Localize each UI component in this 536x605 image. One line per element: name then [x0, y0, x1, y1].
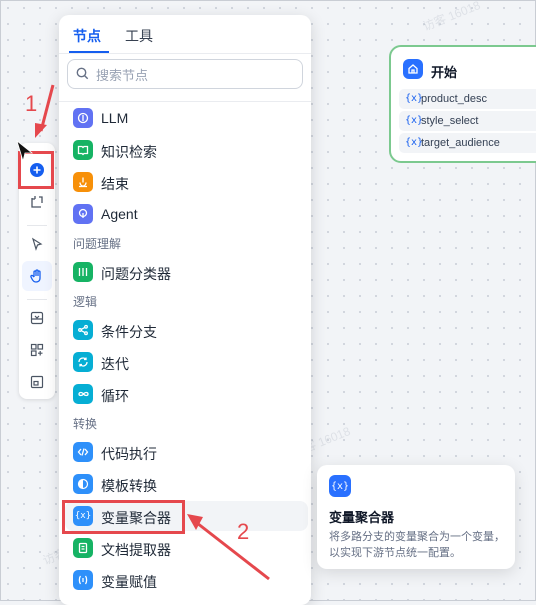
annotation-number-2: 2 — [237, 519, 250, 544]
panel-tabs: 节点 工具 — [59, 15, 311, 53]
search-input[interactable] — [94, 64, 298, 86]
end-icon — [73, 172, 93, 192]
node-item-if-else[interactable]: 条件分支 — [65, 315, 308, 345]
hand-mode-button[interactable] — [22, 261, 52, 291]
highlight-box-add-node — [18, 151, 54, 189]
node-item-template-transform[interactable]: 模板转换 — [65, 469, 308, 499]
node-item-end[interactable]: 结束 — [65, 167, 308, 197]
fullscreen-icon — [30, 375, 44, 389]
variable-name: product_desc — [421, 93, 488, 105]
node-item-label: 知识检索 — [101, 144, 157, 160]
start-variable: {x} style_select — [399, 111, 536, 131]
start-variable: {x} product_desc — [399, 89, 536, 109]
node-item-knowledge-retrieval[interactable]: 知识检索 — [65, 135, 308, 165]
variable-aggregator-icon: {x} — [329, 475, 351, 497]
node-item-agent[interactable]: Agent — [65, 199, 308, 229]
node-item-code[interactable]: 代码执行 — [65, 437, 308, 467]
tooltip-title: 变量聚合器 — [329, 510, 395, 525]
category-logic: 逻辑 — [73, 295, 98, 309]
node-item-llm[interactable]: LLM — [65, 103, 308, 133]
search-box[interactable] — [67, 59, 303, 89]
node-item-label: 问题分类器 — [101, 266, 171, 282]
node-item-label: 代码执行 — [101, 446, 157, 462]
iteration-icon — [73, 352, 93, 372]
search-divider — [59, 101, 311, 102]
node-description-tooltip: {x} 变量聚合器 将多路分支的变量聚合为一个变量，以实现下游节点统一配置。 — [317, 465, 515, 569]
node-item-label: 文档提取器 — [101, 542, 171, 558]
organize-blocks-button[interactable] — [22, 335, 52, 365]
home-icon — [403, 59, 423, 79]
highlight-box-variable-aggregator — [62, 500, 185, 534]
layout-icon — [30, 343, 44, 357]
tab-tools[interactable]: 工具 — [125, 26, 153, 46]
template-icon — [73, 474, 93, 494]
node-item-loop[interactable]: 循环 — [65, 379, 308, 409]
note-icon — [31, 196, 43, 208]
minimap-button[interactable] — [22, 367, 52, 397]
node-item-doc-extractor[interactable]: 文档提取器 — [65, 533, 308, 563]
classifier-icon — [73, 262, 93, 282]
node-item-iteration[interactable]: 迭代 — [65, 347, 308, 377]
variable-name: style_select — [421, 115, 479, 127]
node-item-label: LLM — [101, 110, 129, 126]
tab-nodes[interactable]: 节点 — [73, 26, 101, 46]
llm-icon — [73, 108, 93, 128]
start-node[interactable]: 开始 {x} product_desc {x} style_select {x}… — [389, 45, 536, 163]
pointer-mode-button[interactable] — [22, 229, 52, 259]
node-item-label: 模板转换 — [101, 478, 157, 494]
search-icon — [76, 67, 89, 80]
annotation-number-1: 1 — [25, 91, 38, 116]
tab-divider — [59, 53, 311, 54]
node-item-question-classifier[interactable]: 问题分类器 — [65, 257, 308, 287]
assigner-icon — [73, 570, 93, 590]
image-export-icon — [30, 311, 44, 325]
node-item-label: 变量赋值 — [101, 574, 157, 590]
node-item-label: 结束 — [101, 176, 129, 192]
category-transform: 转换 — [73, 417, 98, 431]
branch-icon — [73, 320, 93, 340]
variable-name: target_audience — [421, 137, 500, 149]
node-item-label: 条件分支 — [101, 324, 157, 340]
tooltip-description: 将多路分支的变量聚合为一个变量，以实现下游节点统一配置。 — [329, 531, 505, 559]
node-item-variable-assigner[interactable]: 变量赋值 — [65, 565, 308, 595]
agent-icon — [73, 204, 93, 224]
node-item-label: Agent — [101, 206, 138, 222]
watermark: 访客 16018 — [420, 0, 483, 34]
export-image-button[interactable] — [22, 303, 52, 333]
node-item-label: 循环 — [101, 388, 129, 404]
doc-extractor-icon — [73, 538, 93, 558]
code-icon — [73, 442, 93, 462]
hand-icon — [30, 269, 41, 283]
start-variable: {x} target_audience — [399, 133, 536, 153]
loop-icon — [73, 384, 93, 404]
annotation-arrow-1 — [35, 84, 55, 138]
book-icon — [73, 140, 93, 160]
node-item-label: 迭代 — [101, 356, 129, 372]
toolbar-divider — [27, 225, 47, 226]
cursor-icon — [31, 237, 43, 251]
add-note-button[interactable] — [22, 187, 52, 217]
start-node-title: 开始 — [431, 65, 458, 80]
category-question-understanding: 问题理解 — [73, 237, 122, 251]
toolbar-divider — [27, 299, 47, 300]
